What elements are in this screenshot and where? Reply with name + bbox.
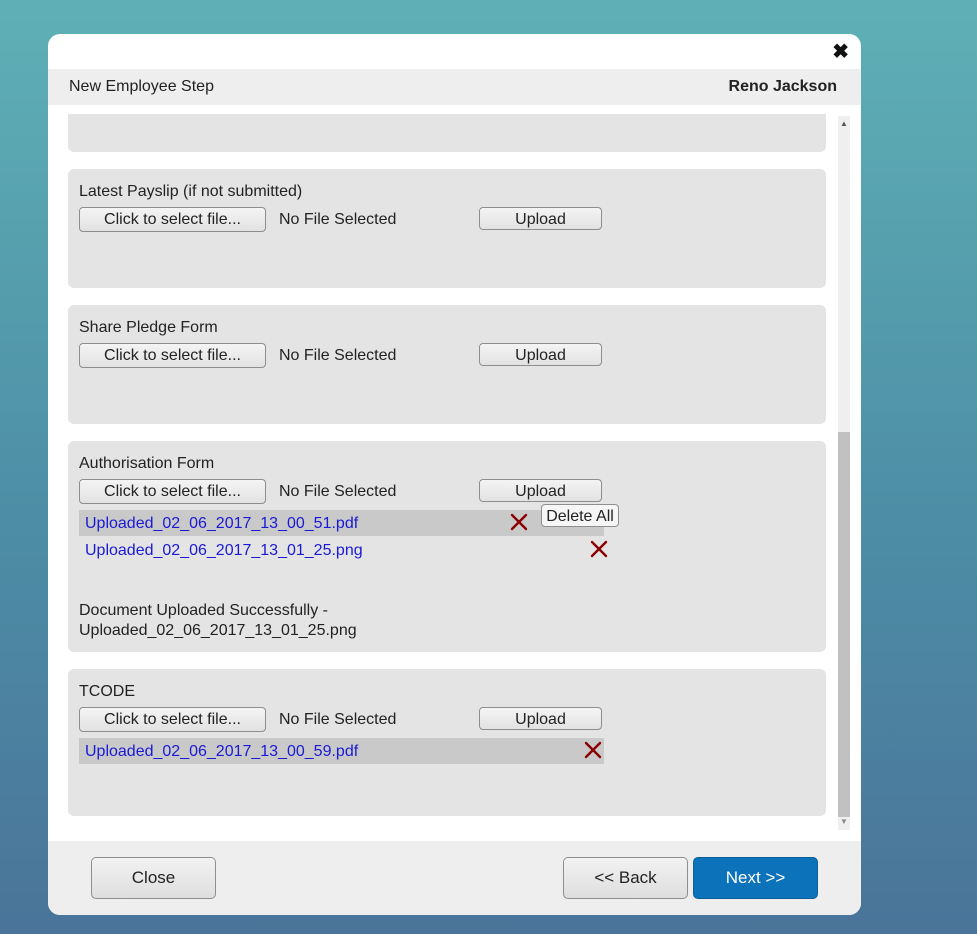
next-button[interactable]: Next >> (693, 857, 818, 899)
scrollbar-thumb[interactable] (838, 432, 850, 817)
modal-header: New Employee Step Reno Jackson (48, 69, 861, 105)
upload-section-share-pledge: Share Pledge Form Click to select file..… (68, 305, 826, 424)
uploaded-file-link[interactable]: Uploaded_02_06_2017_13_01_25.png (85, 542, 363, 560)
delete-icon[interactable] (582, 739, 604, 761)
user-name: Reno Jackson (728, 78, 837, 95)
section-title: Share Pledge Form (79, 319, 218, 336)
select-file-button[interactable]: Click to select file... (79, 707, 266, 732)
upload-button[interactable]: Upload (479, 207, 602, 230)
upload-section-tcode: TCODE Click to select file... No File Se… (68, 669, 826, 816)
section-title: Authorisation Form (79, 455, 215, 472)
file-status: No File Selected (279, 347, 397, 364)
upload-button[interactable]: Upload (479, 707, 602, 730)
upload-section-payslip: Latest Payslip (if not submitted) Click … (68, 169, 826, 288)
close-icon[interactable]: ✖ (832, 42, 849, 62)
upload-success-filename: Uploaded_02_06_2017_13_01_25.png (79, 622, 357, 639)
delete-icon[interactable] (588, 538, 610, 560)
upload-button[interactable]: Upload (479, 479, 602, 502)
delete-icon[interactable] (508, 511, 530, 533)
uploaded-file-row: Uploaded_02_06_2017_13_00_51.pdf Delete … (79, 504, 619, 536)
modal-footer: Close << Back Next >> (48, 841, 861, 915)
vertical-scrollbar[interactable]: ▲ ▼ (838, 116, 850, 830)
select-file-button[interactable]: Click to select file... (79, 343, 266, 368)
file-status: No File Selected (279, 711, 397, 728)
section-title: TCODE (79, 683, 135, 700)
file-status: No File Selected (279, 211, 397, 228)
page-title: New Employee Step (69, 78, 214, 95)
scroll-down-arrow-icon[interactable]: ▼ (838, 816, 850, 828)
uploaded-file-link[interactable]: Uploaded_02_06_2017_13_00_59.pdf (85, 743, 358, 761)
modal-dialog: ✖ New Employee Step Reno Jackson Latest … (48, 34, 861, 915)
section-title: Latest Payslip (if not submitted) (79, 183, 303, 200)
upload-section-authorisation: Authorisation Form Click to select file.… (68, 441, 826, 652)
select-file-button[interactable]: Click to select file... (79, 207, 266, 232)
back-button[interactable]: << Back (563, 857, 688, 899)
upload-button[interactable]: Upload (479, 343, 602, 366)
uploaded-file-row: Uploaded_02_06_2017_13_01_25.png (79, 537, 608, 563)
select-file-button[interactable]: Click to select file... (79, 479, 266, 504)
file-status: No File Selected (279, 483, 397, 500)
uploaded-file-row: Uploaded_02_06_2017_13_00_59.pdf (79, 738, 604, 764)
close-button[interactable]: Close (91, 857, 216, 899)
delete-all-tooltip[interactable]: Delete All (541, 504, 619, 527)
upload-success-message: Document Uploaded Successfully - (79, 602, 329, 619)
uploaded-file-link[interactable]: Uploaded_02_06_2017_13_00_51.pdf (85, 515, 358, 533)
scroll-up-arrow-icon[interactable]: ▲ (838, 118, 850, 130)
upload-section-previous (68, 114, 826, 152)
document-list: Latest Payslip (if not submitted) Click … (48, 114, 861, 840)
